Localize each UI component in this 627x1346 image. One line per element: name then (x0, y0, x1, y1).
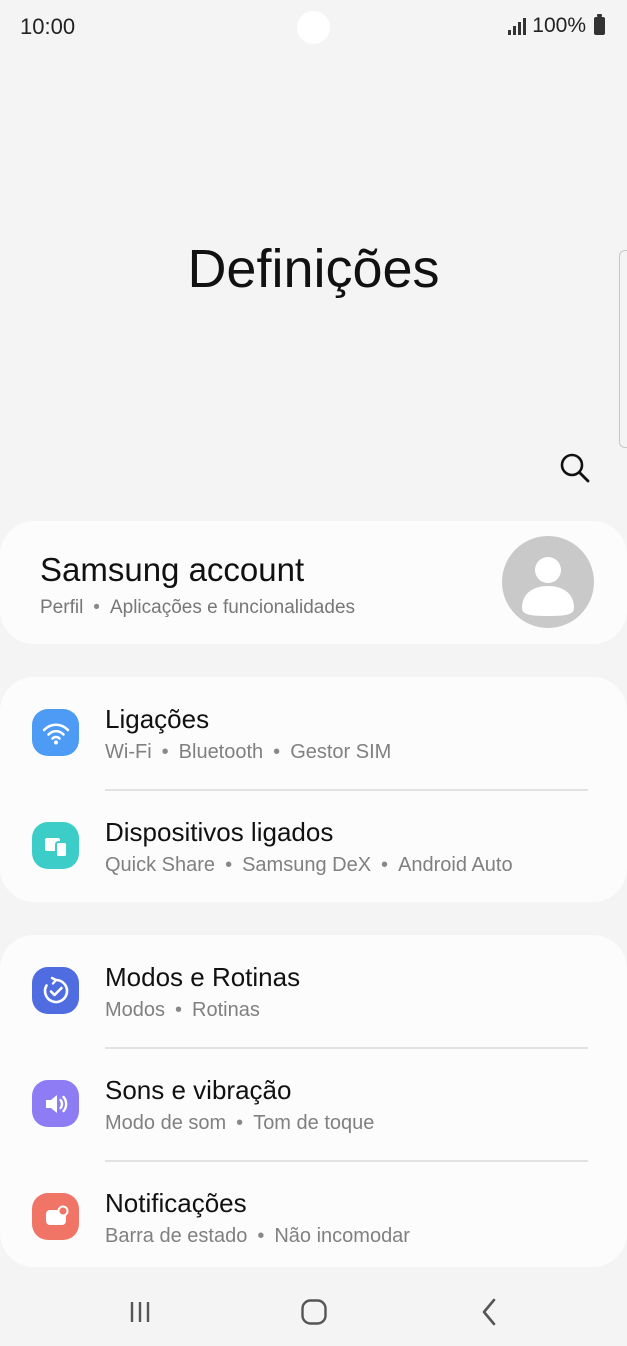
subtitle-part: Bluetooth (178, 741, 264, 763)
subtitle-part: Não incomodar (274, 1225, 410, 1247)
notifications-icon (32, 1193, 79, 1240)
item-title: Notificações (105, 1188, 247, 1218)
item-subtitle: Barra de estado • Não incomodar (105, 1225, 410, 1247)
list-item-dispositivos-ligados[interactable]: Dispositivos ligados Quick Share • Samsung… (0, 790, 627, 903)
item-title: Ligações (105, 704, 210, 734)
list-item-notificacoes[interactable]: Notificações Barra de estado • Não incomod… (0, 1161, 627, 1274)
account-title: Samsung account (40, 551, 305, 588)
navigation-bar (0, 1276, 627, 1346)
status-time: 10:00 (20, 14, 76, 39)
front-camera (297, 11, 330, 44)
subtitle-part: Samsung DeX (242, 854, 372, 876)
item-title: Dispositivos ligados (105, 817, 334, 847)
battery-icon (594, 14, 605, 35)
settings-group-personalization: Modos e Rotinas Modos • Rotinas Sons e vib… (0, 935, 627, 1267)
list-item-sons-vibracao[interactable]: Sons e vibração Modo de som • Tom de toque (0, 1048, 627, 1161)
item-title: Sons e vibração (105, 1075, 292, 1105)
subtitle-part: Wi-Fi (105, 741, 152, 763)
connected-devices-icon (32, 822, 79, 869)
status-bar: 10:00 100% (0, 0, 627, 56)
signal-icon (508, 17, 527, 35)
item-title: Modos e Rotinas (105, 962, 301, 992)
account-subtitle: Perfil • Aplicações e funcionalidades (40, 597, 356, 618)
subtitle-part: Quick Share (105, 854, 216, 876)
home-icon[interactable] (294, 1294, 334, 1330)
subtitle-part: Barra de estado (105, 1225, 248, 1247)
battery-percent: 100% (532, 14, 586, 37)
recent-apps-icon[interactable] (120, 1294, 160, 1330)
search-icon[interactable] (557, 450, 593, 486)
item-subtitle: Quick Share • Samsung DeX • Android Auto (105, 854, 513, 876)
subtitle-part: Modo de som (105, 1112, 227, 1134)
list-item-modos-rotinas[interactable]: Modos e Rotinas Modos • Rotinas (0, 935, 627, 1048)
modes-routines-icon (32, 967, 79, 1014)
wifi-icon (32, 709, 79, 756)
page-title: Definições (187, 239, 440, 299)
person-icon[interactable] (502, 536, 594, 628)
subtitle-part: Tom de toque (253, 1112, 375, 1134)
account-subtitle-part: Perfil (40, 597, 84, 618)
subtitle-part: Gestor SIM (290, 741, 392, 763)
status-right: 100% (508, 14, 605, 38)
item-subtitle: Modos • Rotinas (105, 999, 260, 1021)
settings-group-connections: Ligações Wi-Fi • Bluetooth • Gestor SIM Disp… (0, 677, 627, 902)
item-subtitle: Modo de som • Tom de toque (105, 1112, 375, 1134)
item-subtitle: Wi-Fi • Bluetooth • Gestor SIM (105, 741, 392, 763)
account-subtitle-part: Aplicações e funcionalidades (109, 597, 356, 618)
back-icon[interactable] (470, 1294, 510, 1330)
volume-icon (32, 1080, 79, 1127)
subtitle-part: Android Auto (398, 854, 513, 876)
subtitle-part: Rotinas (192, 999, 260, 1021)
samsung-account-card[interactable]: Samsung account Perfil • Aplicações e func… (0, 521, 627, 644)
subtitle-part: Modos (105, 999, 166, 1021)
edge-panel-handle[interactable] (619, 250, 627, 448)
list-item-ligacoes[interactable]: Ligações Wi-Fi • Bluetooth • Gestor SIM (0, 677, 627, 790)
